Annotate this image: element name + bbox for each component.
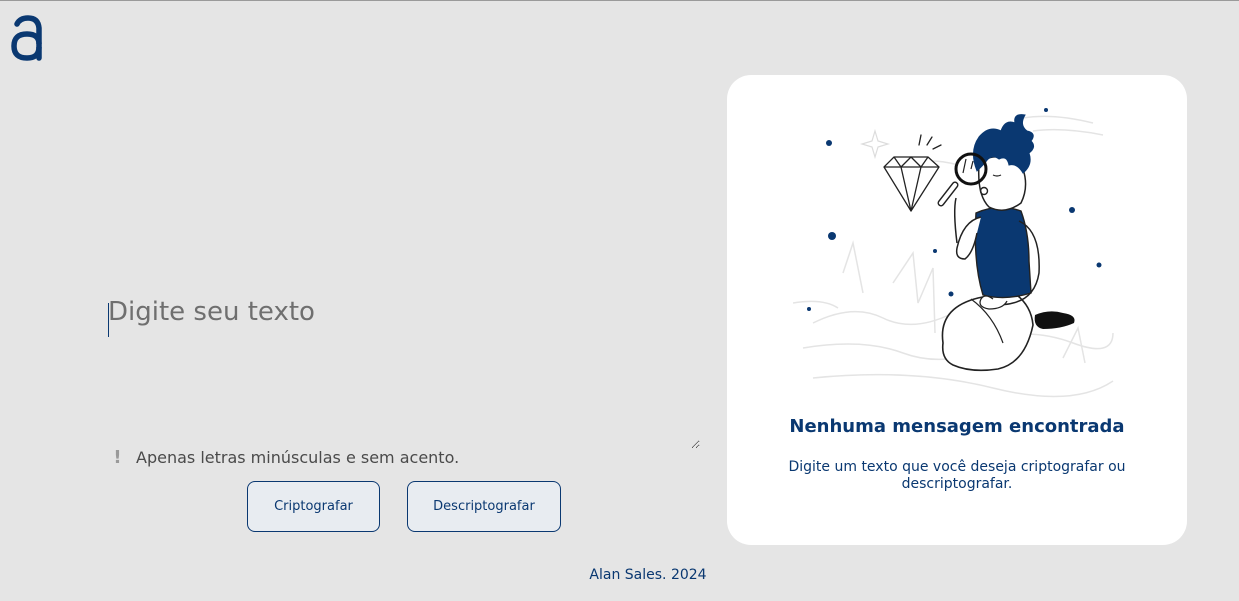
input-hint: ! Apenas letras minúsculas e sem acento.: [112, 448, 459, 468]
empty-state-title: Nenhuma mensagem encontrada: [789, 416, 1125, 437]
text-caret: [108, 303, 109, 337]
exclamation-icon: !: [113, 447, 122, 468]
encrypt-button[interactable]: Criptografar: [247, 481, 380, 532]
hint-text: Apenas letras minúsculas e sem acento.: [136, 448, 460, 467]
output-panel: Nenhuma mensagem encontrada Digite um te…: [727, 75, 1187, 545]
alura-logo: [11, 15, 42, 61]
message-input[interactable]: [108, 297, 700, 449]
empty-state-description: Digite um texto que você deseja criptogr…: [788, 459, 1126, 492]
decrypt-button[interactable]: Descriptografar: [407, 481, 561, 532]
search-illustration: [793, 108, 1114, 398]
footer-credit: Alan Sales. 2024: [589, 567, 707, 583]
